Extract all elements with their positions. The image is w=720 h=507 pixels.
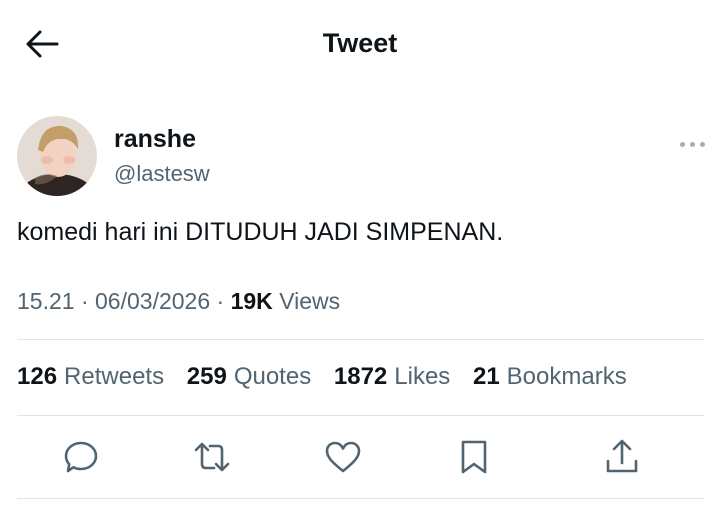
reply-button[interactable]: [61, 437, 101, 477]
divider: [17, 498, 704, 499]
more-dot-icon: [700, 142, 705, 147]
top-bar: Tweet: [0, 0, 720, 90]
bookmark-icon: [461, 440, 487, 474]
page-title: Tweet: [322, 28, 398, 58]
meta-separator: ·: [80, 288, 89, 314]
retweet-icon: [194, 442, 230, 472]
tweet-metadata: 15.21 · 06/03/2026 · 19K Views: [17, 288, 340, 315]
action-bar: [0, 437, 720, 477]
tweet-time[interactable]: 15.21: [17, 288, 75, 314]
more-dot-icon: [690, 142, 695, 147]
quotes-stat[interactable]: 259 Quotes: [187, 363, 311, 391]
bookmarks-stat[interactable]: 21 Bookmarks: [473, 363, 627, 391]
more-dot-icon: [680, 142, 685, 147]
likes-stat[interactable]: 1872 Likes: [334, 363, 450, 391]
more-options-button[interactable]: [680, 139, 706, 149]
retweets-stat[interactable]: 126 Retweets: [17, 363, 164, 391]
views-count: 19K: [230, 288, 273, 314]
stat-label: Quotes: [233, 363, 312, 390]
views-label: Views: [279, 288, 341, 314]
author-name[interactable]: ranshe: [114, 125, 196, 154]
bookmark-button[interactable]: [454, 437, 494, 477]
tweet-stats: 126 Retweets 259 Quotes 1872 Likes 21 Bookma…: [17, 363, 643, 391]
stat-label: Bookmarks: [506, 363, 627, 390]
tweet-text: komedi hari ini DITUDUH JADI SIMPENAN.: [17, 218, 504, 246]
stat-count: 259: [186, 363, 227, 390]
stat-count: 21: [472, 363, 500, 390]
divider: [17, 339, 704, 340]
avatar-image: [17, 116, 97, 196]
reply-icon: [64, 441, 98, 473]
stat-count: 126: [17, 363, 58, 390]
stat-label: Retweets: [64, 363, 165, 390]
share-button[interactable]: [602, 437, 642, 477]
stat-count: 1872: [333, 363, 388, 390]
divider: [17, 415, 704, 416]
tweet-date[interactable]: 06/03/2026: [95, 288, 210, 314]
stat-label: Likes: [394, 363, 451, 390]
like-button[interactable]: [323, 437, 363, 477]
avatar[interactable]: [17, 116, 97, 196]
like-icon: [325, 441, 361, 473]
author-handle[interactable]: @lastesw: [114, 161, 210, 187]
share-icon: [606, 439, 638, 473]
retweet-button[interactable]: [192, 437, 232, 477]
meta-separator: ·: [216, 288, 225, 314]
